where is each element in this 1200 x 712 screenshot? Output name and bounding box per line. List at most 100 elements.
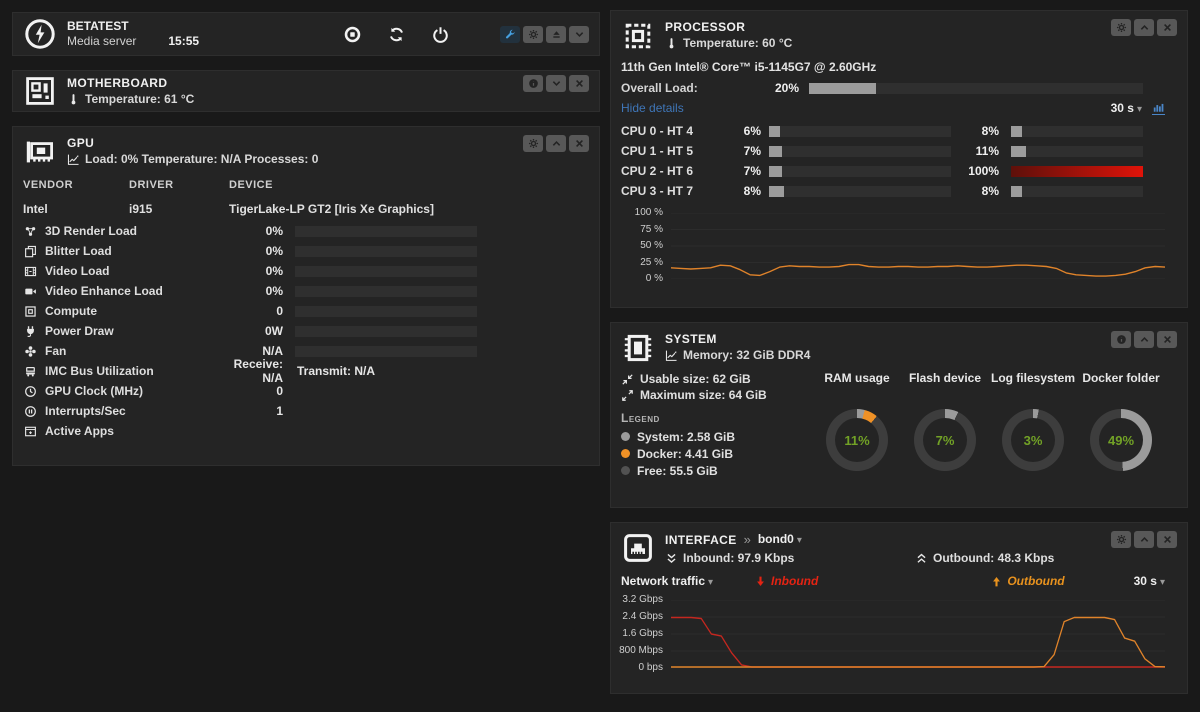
stop-button[interactable] <box>344 26 361 43</box>
cpu-core-bar-1 <box>769 185 951 197</box>
gear-button[interactable] <box>523 135 543 152</box>
double-angle-separator: » <box>743 532 751 547</box>
right-column: PROCESSOR Temperature: 60 °C 11th Gen In… <box>610 10 1188 694</box>
caret-down-icon: ▾ <box>796 535 802 546</box>
legend-item: System: 2.58 GiB <box>621 428 791 445</box>
donut-percentage: 11% <box>844 432 870 448</box>
close-button[interactable] <box>1157 531 1177 548</box>
cpu-core-bar-2 <box>1011 145 1143 157</box>
wrench-button[interactable] <box>500 25 520 43</box>
gpu-metric-value: 0 <box>276 304 283 318</box>
chevron-down-button[interactable] <box>546 75 566 92</box>
gpu-metric-value: 0 <box>276 384 283 398</box>
gear-button[interactable] <box>523 25 543 43</box>
cpu-core-value-1: 6% <box>743 124 761 138</box>
render-3d-icon <box>23 225 38 238</box>
server-bolt-icon <box>23 17 57 51</box>
eject-button[interactable] <box>546 25 566 43</box>
interface-buttons <box>1111 531 1177 548</box>
gpu-metric-value: Receive: N/A <box>233 357 283 385</box>
legend-dot <box>621 466 630 475</box>
power-button[interactable] <box>432 26 449 43</box>
network-traffic-dropdown[interactable]: Network traffic ▾ <box>621 574 754 588</box>
gear-button[interactable] <box>1111 531 1131 548</box>
donut-column: RAM usage 11% <box>813 371 901 479</box>
chart-tick-label: 800 Mbps <box>619 645 663 656</box>
donut-percentage: 7% <box>935 432 955 448</box>
cpu-core-row: CPU 2 - HT 6 7% 100% <box>621 161 1143 181</box>
gpu-table-header: VENDOR DRIVER DEVICE <box>23 179 589 191</box>
cpu-core-value-1: 7% <box>743 144 761 158</box>
motherboard-title: MOTHERBOARD <box>67 76 168 90</box>
chart-tick-label: 0 % <box>645 273 663 284</box>
gpu-metric-label: Fan <box>45 344 67 358</box>
expand-icon <box>621 389 634 402</box>
server-corner-buttons <box>500 25 589 43</box>
interface-card: INTERFACE » bond0 ▾ Inbound: 97.9 Kbps Ou… <box>610 522 1188 694</box>
system-buttons <box>1111 331 1177 348</box>
cpu-core-bar-1 <box>769 145 951 157</box>
gpu-metric-row: IMC Bus Utilization Receive: N/A Transmit:… <box>23 357 589 385</box>
outbound-legend-toggle[interactable]: Outbound <box>990 574 1065 588</box>
info-button[interactable] <box>523 75 543 92</box>
close-button[interactable] <box>1157 331 1177 348</box>
server-time: 15:55 <box>168 34 200 48</box>
interface-title: INTERFACE <box>665 533 737 547</box>
processor-model: 11th Gen Intel® Core™ i5-1145G7 @ 2.60GH… <box>621 60 877 74</box>
chart-tick-label: 100 % <box>634 207 663 218</box>
processor-buttons <box>1111 19 1177 36</box>
chevron-up-button[interactable] <box>1134 331 1154 348</box>
gear-button[interactable] <box>1111 19 1131 36</box>
gpu-metric-row: Power Draw 0W <box>23 321 589 341</box>
memory-icon <box>621 331 655 365</box>
system-memory: Memory: 32 GiB DDR4 <box>683 348 811 362</box>
ethernet-icon <box>621 531 655 565</box>
cpu-interval-dropdown[interactable]: 30 s ▾ <box>1111 101 1142 115</box>
active-apps-icon <box>23 425 38 438</box>
close-button[interactable] <box>569 75 589 92</box>
inbound-legend-toggle[interactable]: Inbound <box>754 574 818 588</box>
gpu-metric-bar <box>295 265 477 277</box>
gpu-card: GPU Load: 0% Temperature: N/A Processes:… <box>12 126 600 466</box>
cpu-core-value-2: 11% <box>975 144 999 158</box>
network-interval-dropdown[interactable]: 30 s ▾ <box>1134 574 1165 588</box>
gpu-metric-label: 3D Render Load <box>45 224 138 238</box>
chevron-up-button[interactable] <box>1134 531 1154 548</box>
caret-down-icon: ▾ <box>1159 577 1165 588</box>
legend-dot <box>621 432 630 441</box>
gpu-metric-bar <box>295 225 477 237</box>
chart-tick-label: 75 % <box>640 223 663 235</box>
cpu-core-label: CPU 3 - HT 7 <box>621 184 694 198</box>
motherboard-temperature: Temperature: 61 °C <box>85 92 195 106</box>
chevron-up-button[interactable] <box>1134 19 1154 36</box>
refresh-button[interactable] <box>388 26 405 43</box>
overall-load-label: Overall Load: <box>621 81 698 95</box>
cpu-core-row: CPU 0 - HT 4 6% 8% <box>621 121 1143 141</box>
cpu-core-value-2: 8% <box>981 124 999 138</box>
system-title: SYSTEM <box>665 332 717 346</box>
chevron-down-button[interactable] <box>569 25 589 43</box>
gpu-metric-label: Blitter Load <box>45 244 112 258</box>
bar-chart-icon[interactable] <box>1152 101 1165 115</box>
blitter-icon <box>23 245 38 258</box>
legend-item: Free: 55.5 GiB <box>621 462 791 479</box>
info-button[interactable] <box>1111 331 1131 348</box>
cpu-icon <box>621 19 655 53</box>
donut-column: Log filesystem 3% <box>989 371 1077 479</box>
gpu-metric-bar <box>295 325 477 337</box>
chevron-up-button[interactable] <box>546 135 566 152</box>
gpu-metric-label: Compute <box>45 304 97 318</box>
donut-column: Flash device 7% <box>901 371 989 479</box>
gpu-metric-value: 0% <box>265 224 283 238</box>
fan-icon <box>23 345 38 358</box>
gpu-driver: i915 <box>129 202 153 216</box>
overall-load-bar <box>809 82 1143 94</box>
close-button[interactable] <box>1157 19 1177 36</box>
legend-label: System: 2.58 GiB <box>637 429 736 444</box>
close-button[interactable] <box>569 135 589 152</box>
gpu-metric-row: Blitter Load 0% <box>23 241 589 261</box>
hide-details-link[interactable]: Hide details <box>621 101 684 115</box>
cpu-core-bar-1 <box>769 165 951 177</box>
donut-ring: 3% <box>1002 409 1064 471</box>
interface-port-dropdown[interactable]: bond0 ▾ <box>758 531 802 549</box>
